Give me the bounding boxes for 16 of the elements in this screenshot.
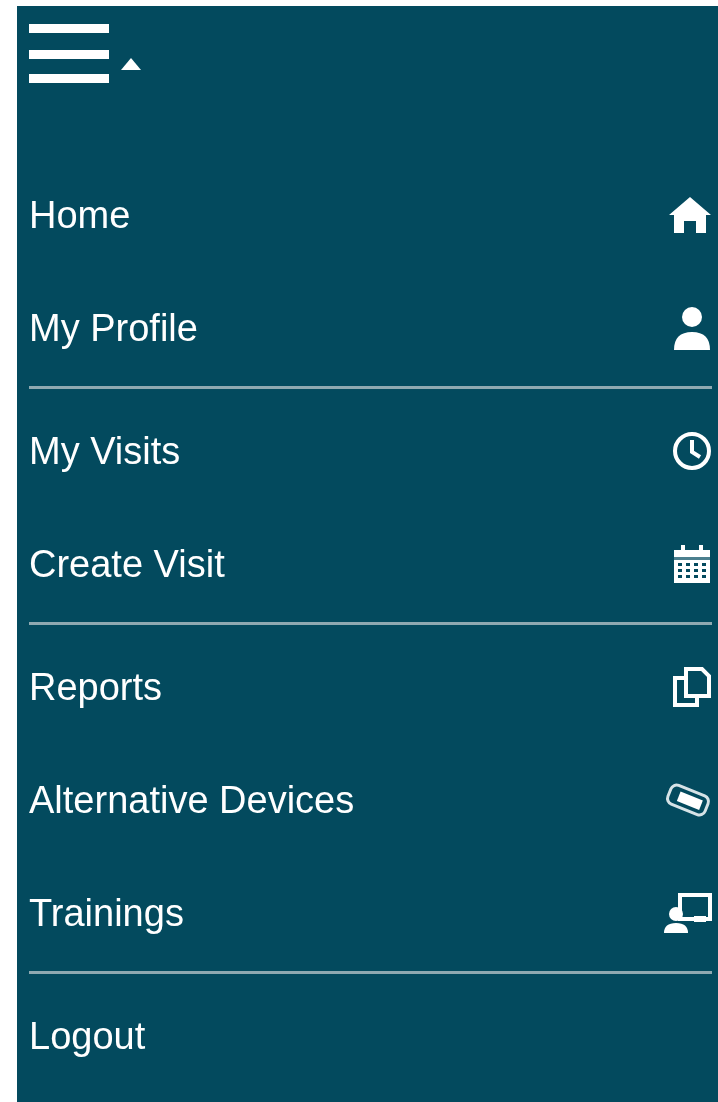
calendar-icon	[672, 544, 712, 584]
menu-item[interactable]: Alternative Devices	[29, 768, 712, 832]
copy-icon	[672, 666, 712, 708]
training-icon	[664, 892, 712, 934]
clock-icon	[672, 431, 712, 471]
tag-icon	[664, 781, 712, 819]
user-icon	[672, 306, 712, 350]
menu-item[interactable]: Home	[29, 183, 712, 247]
menu-item[interactable]: My Profile	[29, 296, 712, 360]
menu-item[interactable]: Logout	[29, 1004, 712, 1068]
menu-item[interactable]: Create Visit	[29, 532, 712, 596]
menu-item[interactable]: Trainings	[29, 881, 712, 945]
home-icon	[668, 195, 712, 235]
menu-item[interactable]: Reports	[29, 655, 712, 719]
caret-icon	[121, 58, 141, 70]
menu-item[interactable]: My Visits	[29, 419, 712, 483]
